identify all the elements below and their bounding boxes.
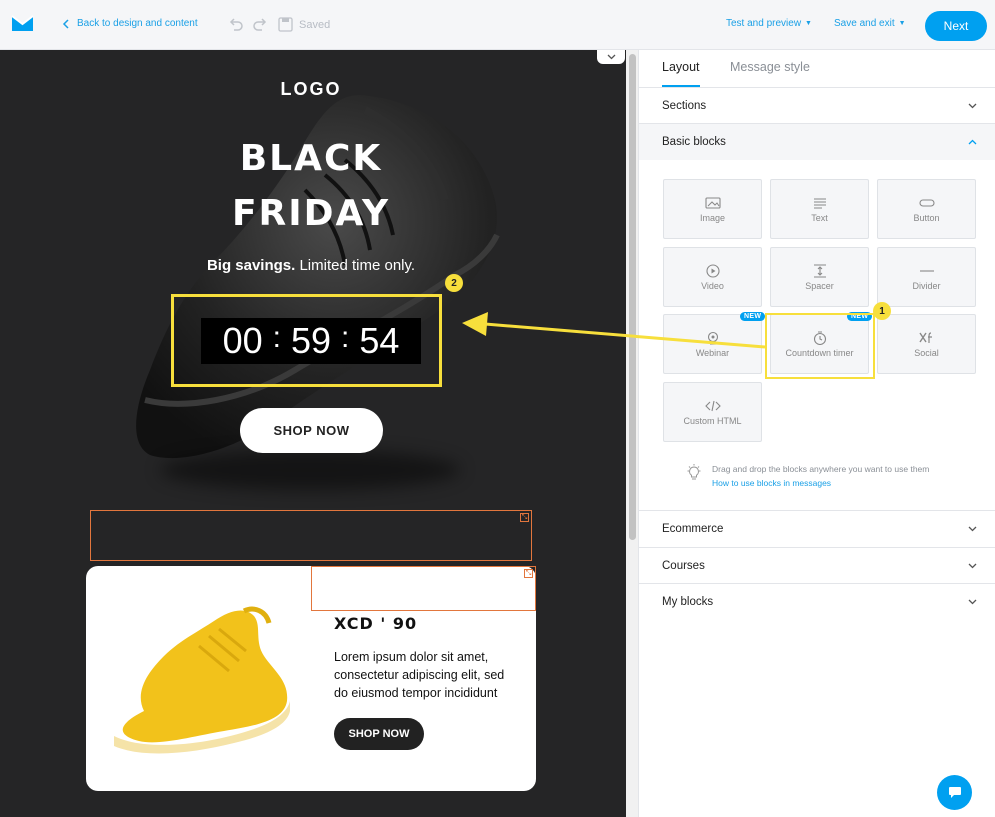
test-preview-label: Test and preview — [726, 18, 802, 29]
tagline[interactable]: Big savings. Limited time only. — [0, 257, 622, 274]
button-icon — [918, 198, 935, 207]
email-logo[interactable]: LOGO — [0, 79, 622, 100]
block-custom-html[interactable]: Custom HTML — [663, 382, 762, 442]
text-icon — [813, 197, 826, 209]
section-ecommerce[interactable]: Ecommerce — [639, 510, 995, 547]
countdown-timer[interactable]: 00 : 59 : 54 — [201, 318, 421, 364]
tagline-rest: Limited time only. — [295, 257, 416, 274]
test-preview-dropdown[interactable]: Test and preview ▼ — [726, 18, 812, 29]
save-exit-label: Save and exit — [834, 18, 895, 29]
product-shop-now-button[interactable]: SHOP NOW — [334, 718, 424, 750]
caret-down-icon: ▼ — [898, 20, 906, 27]
chevron-down-icon — [968, 563, 977, 569]
next-button[interactable]: Next — [925, 11, 987, 41]
selected-block-outline[interactable]: ⤡ — [90, 510, 532, 561]
block-divider[interactable]: Divider — [877, 247, 976, 307]
canvas-scrollbar[interactable] — [626, 50, 639, 817]
product-title[interactable]: XCD ' 90 — [334, 614, 417, 633]
section-label: My blocks — [662, 596, 714, 608]
chevron-down-icon — [607, 54, 615, 60]
video-icon — [705, 263, 720, 278]
headline-line1[interactable]: BLACK — [0, 138, 622, 179]
collapse-toggle[interactable] — [597, 50, 625, 64]
block-label: Custom HTML — [683, 415, 742, 426]
save-icon — [278, 17, 293, 32]
timer-separator: : — [272, 321, 281, 354]
resize-handle-icon[interactable]: ⤡ — [524, 569, 533, 578]
chevron-down-icon — [968, 526, 977, 532]
section-label: Sections — [662, 100, 707, 112]
hint-message: Drag and drop the blocks anywhere you wa… — [712, 464, 930, 474]
annotation-badge-2: 2 — [445, 274, 463, 292]
product-description[interactable]: Lorem ipsum dolor sit amet, consectetur … — [334, 648, 519, 702]
how-to-use-blocks-link[interactable]: How to use blocks in messages — [712, 476, 929, 490]
tab-message-style[interactable]: Message style — [730, 60, 810, 74]
block-label: Image — [699, 212, 725, 223]
social-icon — [918, 331, 932, 343]
timer-minutes: 59 — [290, 320, 332, 361]
code-icon — [704, 400, 721, 411]
undo-icon[interactable] — [228, 16, 244, 32]
block-label: Button — [913, 212, 940, 223]
new-badge: NEW — [740, 312, 766, 321]
spacer-icon — [813, 263, 826, 278]
timer-seconds: 54 — [359, 320, 400, 361]
hero-shop-now-button[interactable]: SHOP NOW — [240, 408, 383, 453]
tagline-bold: Big savings. — [206, 257, 296, 274]
section-basic-blocks[interactable]: Basic blocks — [639, 123, 995, 160]
chevron-down-icon — [968, 103, 977, 109]
lightbulb-icon — [687, 464, 701, 480]
redo-icon[interactable] — [252, 16, 268, 32]
chevron-left-icon — [62, 18, 69, 29]
section-label: Ecommerce — [662, 523, 724, 535]
chevron-down-icon — [968, 599, 977, 605]
block-label: Webinar — [695, 347, 730, 358]
image-icon — [704, 196, 721, 209]
scrollbar-thumb[interactable] — [629, 54, 636, 540]
headline-line2[interactable]: FRIDAY — [0, 193, 622, 234]
section-label: Basic blocks — [662, 136, 726, 148]
block-button[interactable]: Button — [877, 179, 976, 239]
chevron-up-icon — [968, 139, 977, 145]
block-video[interactable]: Video — [663, 247, 762, 307]
timer-hours: 00 — [222, 320, 263, 361]
section-label: Courses — [662, 560, 705, 572]
app-logo-icon[interactable] — [11, 15, 34, 32]
back-label: Back to design and content — [77, 18, 198, 29]
hero-shadow — [160, 450, 460, 490]
save-exit-dropdown[interactable]: Save and exit ▼ — [834, 18, 906, 29]
divider-icon — [919, 269, 934, 272]
block-webinar[interactable]: Webinar — [663, 314, 762, 374]
section-my-blocks[interactable]: My blocks — [639, 583, 995, 620]
top-bar: Back to design and content Saved Test an… — [0, 0, 995, 50]
chat-button[interactable] — [937, 775, 972, 810]
selected-text-block-outline[interactable]: ⤡ — [311, 566, 536, 611]
webinar-icon — [707, 331, 718, 345]
annotation-badge-1: 1 — [873, 302, 891, 320]
saved-status: Saved — [299, 19, 331, 31]
back-to-design-link[interactable]: Back to design and content — [62, 18, 198, 29]
block-label: Text — [811, 212, 828, 223]
caret-down-icon: ▼ — [805, 20, 812, 27]
resize-handle-icon[interactable]: ⤡ — [520, 513, 529, 522]
timer-separator: : — [341, 321, 350, 354]
section-sections[interactable]: Sections — [639, 87, 995, 124]
countdown-highlight-box — [765, 313, 875, 379]
block-label: Spacer — [805, 280, 834, 291]
block-text[interactable]: Text — [770, 179, 869, 239]
block-image[interactable]: Image — [663, 179, 762, 239]
section-courses[interactable]: Courses — [639, 547, 995, 584]
yellow-sneaker-image[interactable] — [104, 601, 294, 761]
hint-text: Drag and drop the blocks anywhere you wa… — [712, 462, 929, 490]
block-spacer[interactable]: Spacer — [770, 247, 869, 307]
block-label: Social — [914, 347, 939, 358]
chat-bubble-icon — [948, 787, 961, 798]
block-social[interactable]: Social — [877, 314, 976, 374]
block-label: Video — [701, 280, 724, 291]
tab-layout[interactable]: Layout — [662, 60, 700, 74]
block-label: Divider — [912, 280, 941, 291]
